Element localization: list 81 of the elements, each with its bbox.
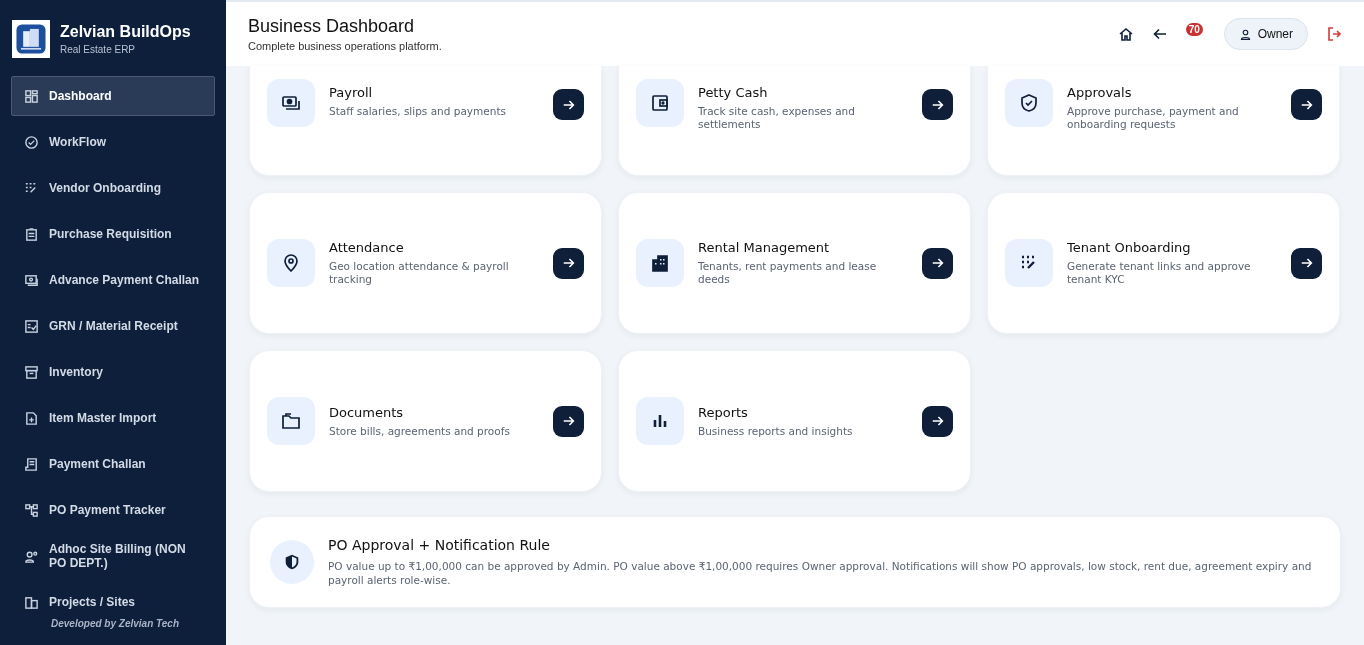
- logo-icon: [12, 20, 50, 58]
- building-icon: [650, 253, 670, 273]
- shield-check-icon: [1019, 93, 1039, 113]
- open-card-button[interactable]: [922, 405, 953, 437]
- rule-title: PO Approval + Notification Rule: [328, 537, 551, 553]
- open-card-button[interactable]: [553, 89, 584, 120]
- card-title: Petty Cash: [698, 85, 769, 100]
- sidebar-item[interactable]: Inventory: [11, 352, 215, 392]
- module-card[interactable]: Approvals Approve purchase, payment and onboarding requests: [987, 66, 1340, 176]
- page-title: Business Dashboard: [248, 16, 416, 37]
- check-circle-icon: [24, 134, 39, 150]
- module-card[interactable]: Rental Management Tenants, rent payments and lease deeds: [618, 192, 971, 334]
- banknote-icon: [281, 93, 301, 113]
- module-card[interactable]: Payroll Staff salaries, slips and payments: [249, 66, 602, 176]
- archive-icon: [24, 364, 39, 380]
- module-card[interactable]: Attendance Geo location attendance & payroll tracking: [249, 192, 602, 334]
- open-card-button[interactable]: [553, 405, 584, 437]
- checklist-icon: [24, 318, 39, 334]
- card-description: Geo location attendance & payroll tracking: [329, 260, 510, 286]
- banknote-icon: [24, 272, 39, 288]
- sidebar-item[interactable]: Adhoc Site Billing (NON PO DEPT.): [11, 536, 215, 576]
- sidebar-item[interactable]: WorkFlow: [11, 122, 215, 162]
- notification-count: 70: [1185, 23, 1203, 36]
- arrow-right-icon: [1299, 256, 1314, 270]
- sidebar-item[interactable]: Projects / Sites: [11, 582, 215, 612]
- location-pin-icon: [281, 253, 301, 273]
- logout-icon[interactable]: [1326, 26, 1342, 42]
- shield-icon: [283, 553, 301, 571]
- arrow-right-icon: [930, 414, 945, 428]
- clipboard-icon: [24, 226, 39, 242]
- sidebar-item[interactable]: GRN / Material Receipt: [11, 306, 215, 346]
- card-description: Store bills, agreements and proofs: [329, 424, 511, 438]
- sidebar-item[interactable]: Payment Challan: [11, 444, 215, 484]
- sidebar-item[interactable]: PO Payment Tracker: [11, 490, 215, 530]
- module-card[interactable]: Reports Business reports and insights: [618, 350, 971, 492]
- open-card-button[interactable]: [1291, 247, 1322, 279]
- receipt-icon: [24, 456, 39, 472]
- home-icon[interactable]: [1117, 26, 1134, 42]
- module-card[interactable]: Petty Cash Track site cash, expenses and settlements: [618, 66, 971, 176]
- card-description: Generate tenant links and approve tenant KYC: [1067, 260, 1252, 286]
- sidebar-item[interactable]: Purchase Requisition: [11, 214, 215, 254]
- wallet-icon: [650, 93, 670, 113]
- page-subtitle: Complete business operations platform.: [248, 40, 442, 52]
- open-card-button[interactable]: [1291, 89, 1322, 120]
- file-plus-icon: [24, 410, 39, 426]
- flowchart-icon: [24, 502, 39, 518]
- folder-icon: [281, 411, 301, 431]
- card-description: Business reports and insights: [698, 424, 854, 438]
- arrow-right-icon: [561, 256, 576, 270]
- building-icon: [24, 594, 39, 610]
- arrow-right-icon: [561, 414, 576, 428]
- card-title: Payroll: [329, 85, 374, 100]
- brand-subtitle: Real Estate ERP: [60, 44, 137, 55]
- sidebar-item[interactable]: Advance Payment Challan: [11, 260, 215, 300]
- open-card-button[interactable]: [922, 247, 953, 279]
- card-description: Tenants, rent payments and lease deeds: [698, 260, 878, 286]
- sidebar-item[interactable]: Vendor Onboarding: [11, 168, 215, 208]
- card-description: Staff salaries, slips and payments: [329, 105, 507, 118]
- notification-bell[interactable]: 70: [1185, 23, 1206, 45]
- card-title: Documents: [329, 404, 405, 420]
- card-description: Track site cash, expenses and settlements: [698, 105, 856, 131]
- sidebar-item[interactable]: Dashboard: [11, 76, 215, 116]
- module-card[interactable]: Tenant Onboarding Generate tenant links and approve tenant KYC: [987, 192, 1340, 334]
- module-card[interactable]: Documents Store bills, agreements and proofs: [249, 350, 602, 492]
- card-title: Reports: [698, 404, 749, 420]
- sidebar-item[interactable]: Item Master Import: [11, 398, 215, 438]
- card-title: Rental Management: [698, 240, 831, 255]
- back-arrow-icon[interactable]: [1151, 26, 1168, 42]
- open-card-button[interactable]: [922, 89, 953, 120]
- user-menu-button[interactable]: Owner: [1223, 18, 1308, 50]
- card-title: Approvals: [1067, 85, 1133, 100]
- rule-text: PO value up to ₹1,00,000 can be approved by Admin. PO value above ₹1,00,000 requires Owner approval. Notifications will show PO approvals, low stock, rent due, agreement expiry and payroll alerts role-wise.: [328, 559, 1313, 587]
- brand-name: Zelvian BuildOps: [60, 23, 191, 41]
- user-icon: [1238, 27, 1252, 41]
- card-description: Approve purchase, payment and onboarding requests: [1067, 105, 1240, 131]
- arrow-right-icon: [930, 256, 945, 270]
- card-title: Tenant Onboarding: [1067, 240, 1192, 255]
- footer-credit: Developed by Zelvian Tech: [50, 617, 180, 631]
- dashboard-icon: [24, 88, 39, 104]
- open-card-button[interactable]: [553, 247, 584, 279]
- card-title: Attendance: [329, 240, 405, 255]
